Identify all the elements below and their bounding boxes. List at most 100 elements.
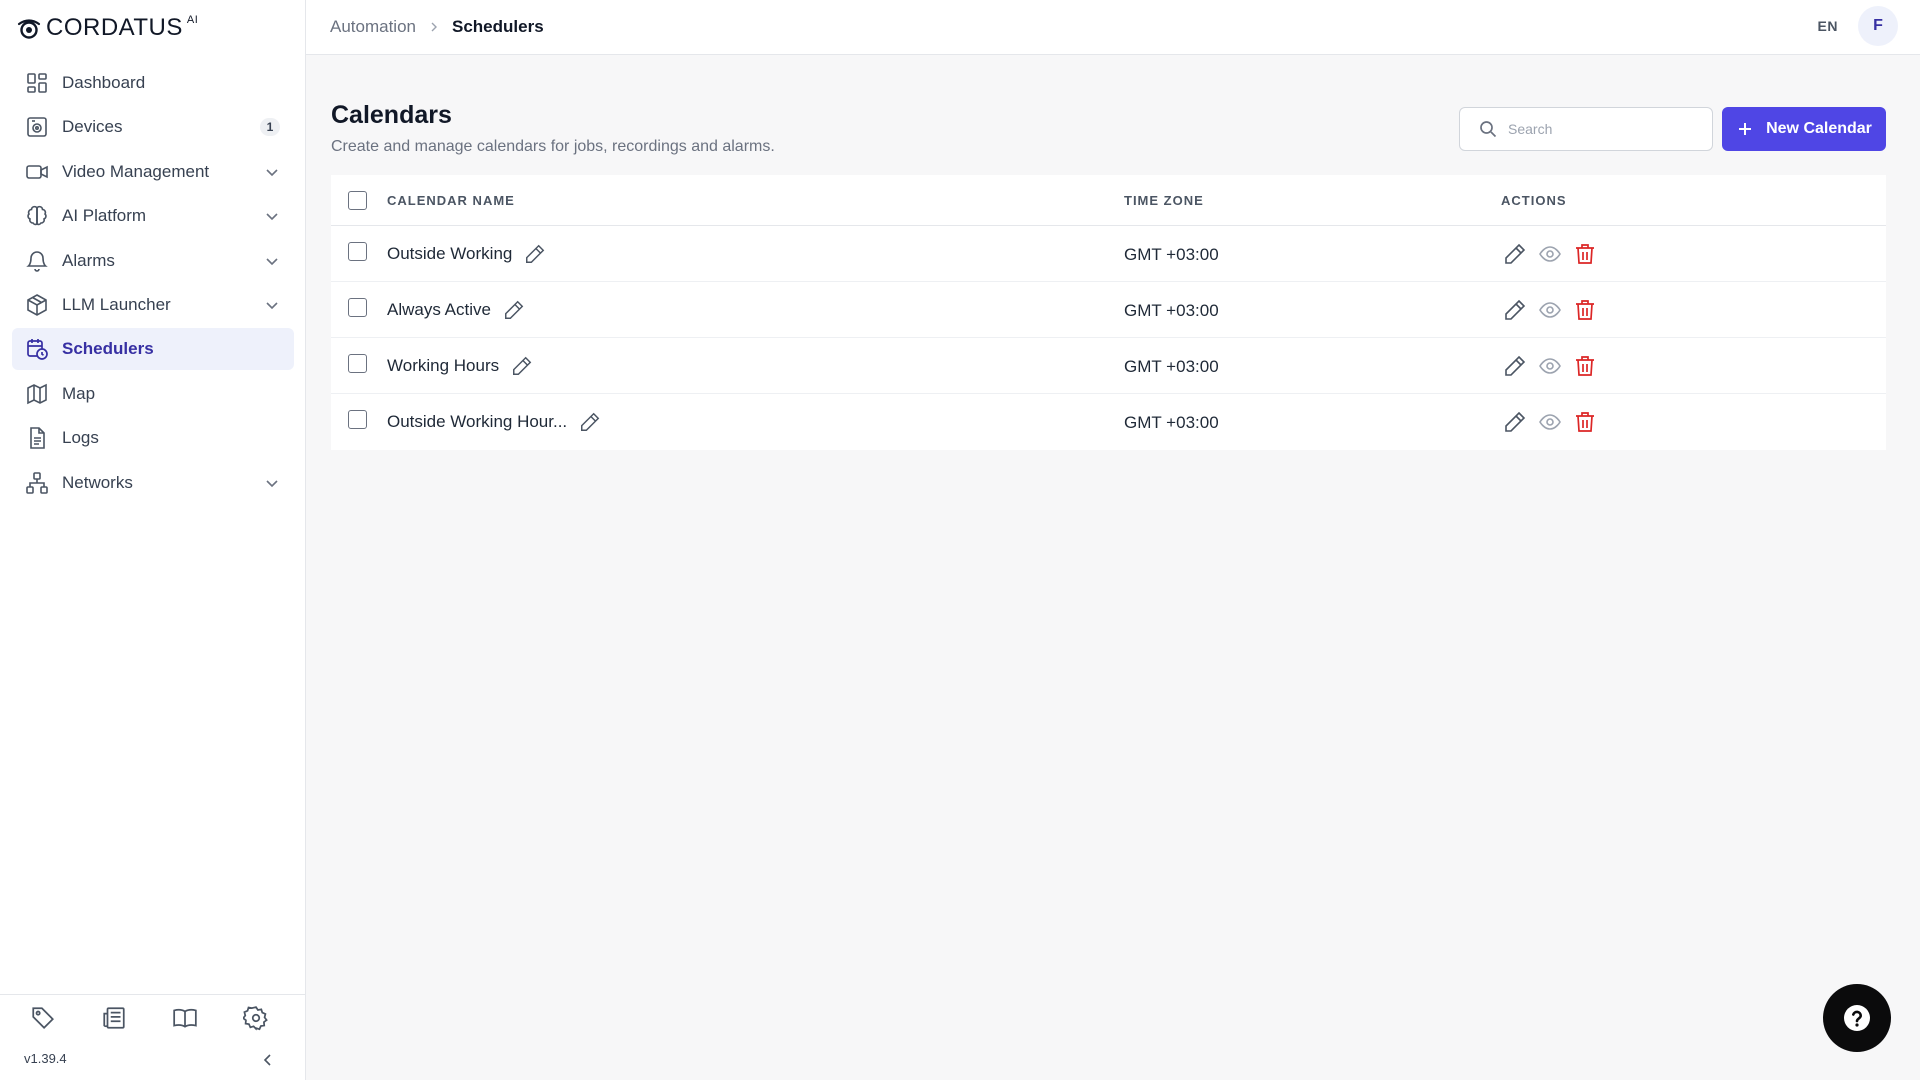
sidebar-item-alarms[interactable]: Alarms (12, 240, 294, 282)
sidebar-item-map[interactable]: Map (12, 373, 294, 415)
time-zone: GMT +03:00 (1124, 413, 1219, 432)
row-checkbox[interactable] (348, 410, 367, 429)
logo-text: CORDATUS (46, 14, 183, 41)
breadcrumb-automation[interactable]: Automation (330, 17, 416, 37)
column-time-zone[interactable]: TIME ZONE (1124, 193, 1204, 208)
chevron-down-icon (266, 213, 278, 221)
tag-icon[interactable] (30, 1005, 56, 1031)
sidebar-item-dashboard[interactable]: Dashboard (12, 62, 294, 104)
sidebar-item-label: Video Management (62, 161, 210, 181)
page-title: Calendars (331, 101, 452, 129)
chevron-down-icon (266, 302, 278, 310)
breadcrumb-current: Schedulers (452, 17, 544, 36)
book-icon[interactable] (172, 1005, 198, 1031)
edit-icon[interactable] (1503, 354, 1527, 378)
row-actions (1503, 410, 1597, 434)
select-all-checkbox[interactable] (348, 191, 367, 210)
eye-logo-icon (17, 19, 41, 39)
row-checkbox[interactable] (348, 298, 367, 317)
search-icon (1480, 121, 1497, 138)
collapse-sidebar-icon[interactable] (260, 1052, 276, 1068)
bell-icon (24, 248, 50, 274)
chevron-right-icon (428, 21, 440, 33)
dashboard-icon (24, 70, 50, 96)
search-input[interactable] (1508, 121, 1698, 137)
calendar-clock-icon (24, 336, 50, 362)
sidebar-item-label: Map (62, 383, 96, 403)
table-row[interactable]: Always Active GMT +03:00 (331, 282, 1886, 338)
calendar-name: Working Hours (387, 355, 533, 377)
devices-icon (24, 114, 50, 140)
language-selector[interactable]: EN (1818, 18, 1838, 34)
sidebar-nav: Dashboard Devices 1 Video Management AI … (12, 62, 294, 506)
sidebar-item-label: AI Platform (62, 206, 147, 226)
edit-icon[interactable] (1503, 410, 1527, 434)
page-subtitle: Create and manage calendars for jobs, re… (331, 138, 775, 155)
logo-sup: AI (186, 14, 199, 26)
table-row[interactable]: Working Hours GMT +03:00 (331, 338, 1886, 394)
footer-icons (30, 1005, 269, 1031)
delete-trash-icon[interactable] (1573, 354, 1597, 378)
row-checkbox[interactable] (348, 354, 367, 373)
calendar-name: Always Active (387, 299, 525, 321)
avatar[interactable]: F (1858, 6, 1898, 46)
sidebar-item-networks[interactable]: Networks (12, 462, 294, 504)
map-icon (24, 381, 50, 407)
view-eye-icon[interactable] (1538, 298, 1562, 322)
help-question-icon (1844, 1005, 1870, 1031)
sidebar-item-devices[interactable]: Devices 1 (12, 106, 294, 148)
table-header: CALENDAR NAME TIME ZONE ACTIONS (331, 175, 1886, 226)
sidebar-item-logs[interactable]: Logs (12, 417, 294, 459)
chevron-down-icon (266, 257, 278, 265)
devices-count-badge: 1 (260, 118, 280, 137)
network-icon (24, 470, 50, 496)
search-box[interactable] (1459, 107, 1713, 151)
new-calendar-button[interactable]: New Calendar (1722, 107, 1886, 151)
table-row[interactable]: Outside Working GMT +03:00 (331, 226, 1886, 282)
newspaper-icon[interactable] (101, 1005, 127, 1031)
view-eye-icon[interactable] (1538, 354, 1562, 378)
sidebar-item-video-management[interactable]: Video Management (12, 151, 294, 193)
sidebar-item-label: LLM Launcher (62, 294, 171, 314)
rename-pencil-icon[interactable] (503, 299, 525, 321)
edit-icon[interactable] (1503, 298, 1527, 322)
topbar: Automation Schedulers EN F (306, 0, 1920, 55)
help-button[interactable] (1823, 984, 1891, 1052)
sidebar-item-label: Alarms (62, 250, 115, 270)
calendar-name-text: Outside Working Hour... (387, 412, 568, 431)
row-actions (1503, 242, 1597, 266)
sidebar-item-ai-platform[interactable]: AI Platform (12, 195, 294, 237)
logo[interactable]: CORDATUS AI (16, 14, 198, 42)
row-checkbox[interactable] (348, 242, 367, 261)
row-actions (1503, 298, 1597, 322)
delete-trash-icon[interactable] (1573, 242, 1597, 266)
document-icon (24, 425, 50, 451)
edit-icon[interactable] (1503, 242, 1527, 266)
sidebar-item-schedulers[interactable]: Schedulers (12, 328, 294, 371)
sidebar-item-label: Devices (62, 117, 123, 137)
view-eye-icon[interactable] (1538, 410, 1562, 434)
video-icon (24, 159, 50, 185)
sidebar-item-label: Logs (62, 428, 99, 448)
table-row[interactable]: Outside Working Hour... GMT +03:00 (331, 394, 1886, 450)
sidebar-item-label: Dashboard (62, 73, 146, 92)
rename-pencil-icon[interactable] (579, 411, 601, 433)
brain-icon (24, 203, 50, 229)
calendar-name-text: Outside Working (387, 244, 513, 263)
sidebar-item-llm-launcher[interactable]: LLM Launcher (12, 284, 294, 326)
rename-pencil-icon[interactable] (511, 355, 533, 377)
time-zone: GMT +03:00 (1124, 357, 1219, 376)
calendar-name-text: Working Hours (387, 356, 500, 375)
cube-icon (24, 292, 50, 318)
delete-trash-icon[interactable] (1573, 298, 1597, 322)
row-actions (1503, 354, 1597, 378)
settings-icon[interactable] (243, 1005, 269, 1031)
calendar-name-text: Always Active (387, 300, 491, 319)
time-zone: GMT +03:00 (1124, 245, 1219, 264)
column-calendar-name[interactable]: CALENDAR NAME (387, 193, 515, 208)
view-eye-icon[interactable] (1538, 242, 1562, 266)
calendars-table: CALENDAR NAME TIME ZONE ACTIONS Outside … (331, 175, 1886, 450)
delete-trash-icon[interactable] (1573, 410, 1597, 434)
calendar-name: Outside Working (387, 243, 546, 265)
rename-pencil-icon[interactable] (524, 243, 546, 265)
